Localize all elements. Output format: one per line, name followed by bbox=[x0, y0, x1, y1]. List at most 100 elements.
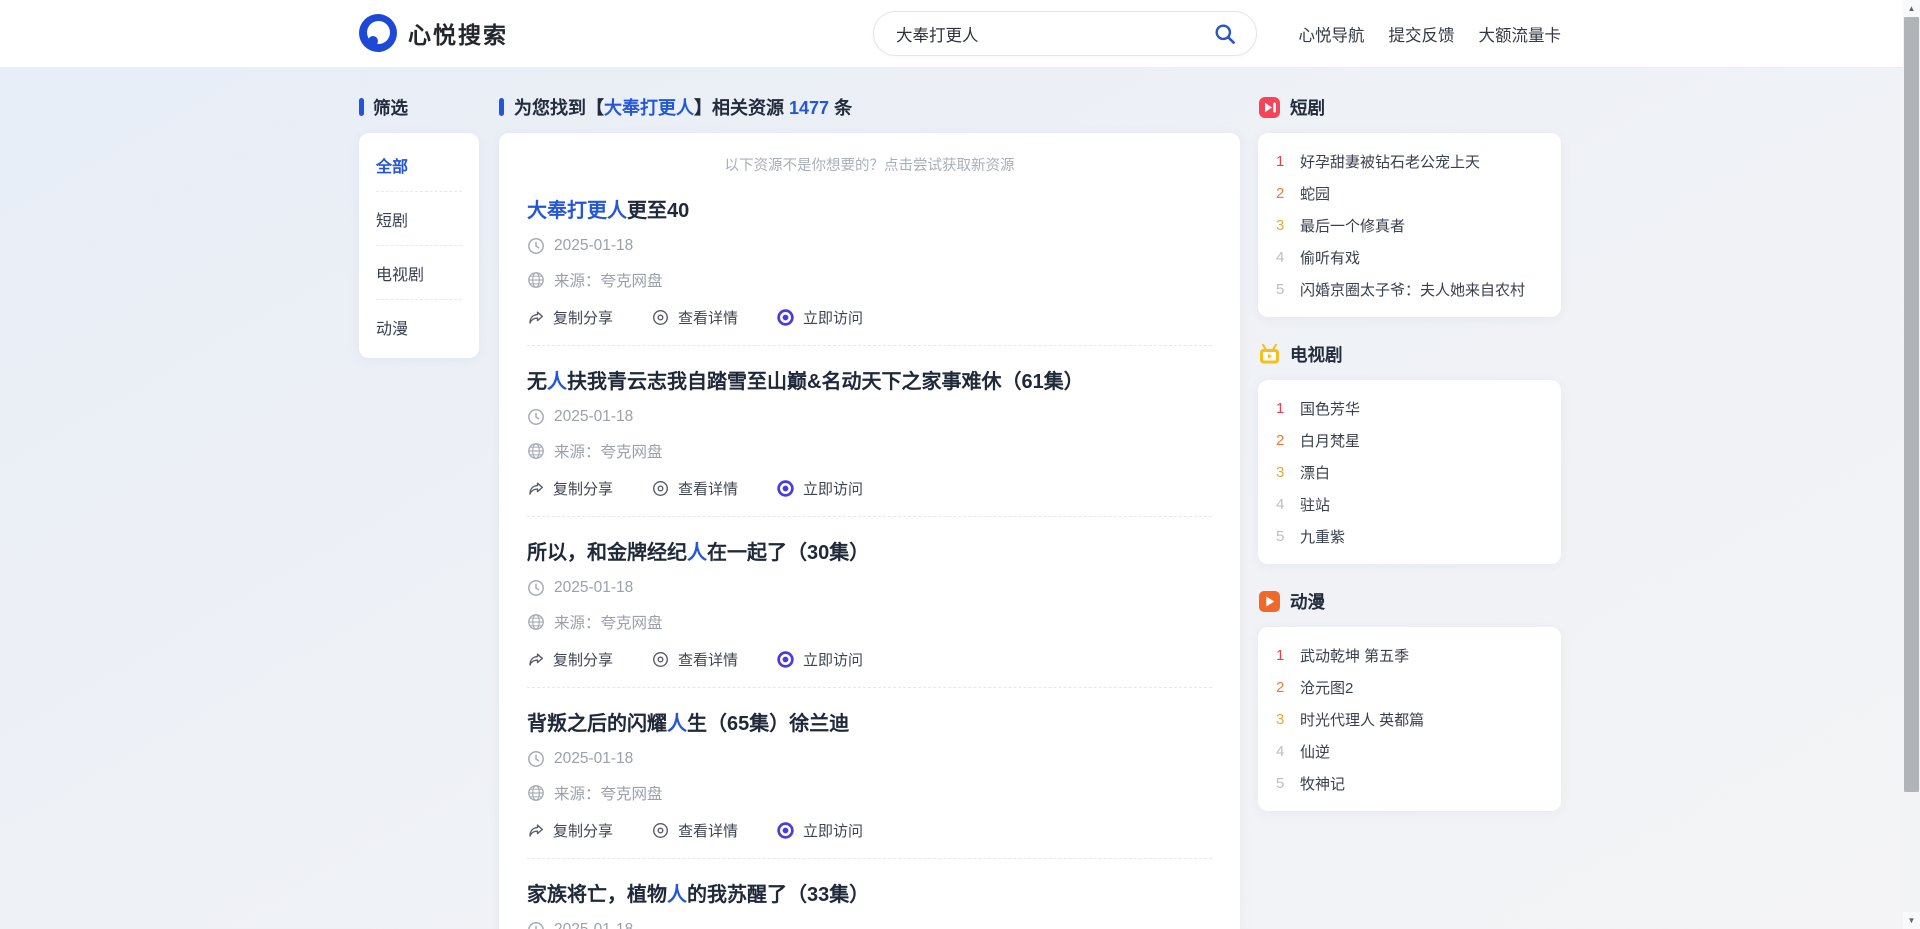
search-button[interactable] bbox=[1210, 19, 1240, 49]
result-title[interactable]: 背叛之后的闪耀人生（65集）徐兰迪 bbox=[527, 707, 1212, 736]
search-input[interactable] bbox=[896, 24, 1210, 43]
rank-number: 4 bbox=[1276, 496, 1289, 513]
ranking-item[interactable]: 4 驻站 bbox=[1276, 488, 1543, 520]
result-date-row: 2025-01-18 bbox=[527, 237, 1212, 255]
rank-label: 偷听有戏 bbox=[1300, 247, 1360, 268]
result-title[interactable]: 所以，和金牌经纪人在一起了（30集） bbox=[527, 536, 1212, 565]
brand-name: 心悦搜索 bbox=[408, 16, 508, 50]
result-source: 来源：夸克网盘 bbox=[554, 440, 663, 462]
result-title[interactable]: 家族将亡，植物人的我苏醒了（33集） bbox=[527, 878, 1212, 907]
result-actions: 复制分享 查看详情 立即访问 bbox=[527, 820, 1212, 841]
result-title[interactable]: 大奉打更人更至40 bbox=[527, 194, 1212, 223]
rank-number: 3 bbox=[1276, 217, 1289, 234]
rank-number: 1 bbox=[1276, 400, 1289, 417]
clock-icon bbox=[527, 579, 545, 597]
page-scrollbar[interactable]: ▲ ▼ bbox=[1903, 0, 1920, 929]
result-source-row: 来源：夸克网盘 bbox=[527, 611, 1212, 633]
result-item: 无人扶我青云志我自踏雪至山巅&名动天下之家事难休（61集） 2025-01-18… bbox=[527, 346, 1212, 517]
rankings-column: 短剧 1 好孕甜妻被钻石老公宠上天 2 蛇园 3 最后一个修真者 4 偷听有戏 … bbox=[1258, 95, 1561, 836]
ranking-item[interactable]: 5 九重紫 bbox=[1276, 520, 1543, 552]
rank-label: 沧元图2 bbox=[1300, 677, 1353, 698]
header-nav: 心悦导航提交反馈大额流量卡 bbox=[1299, 0, 1562, 67]
ranking-item[interactable]: 1 好孕甜妻被钻石老公宠上天 bbox=[1276, 145, 1543, 177]
result-item: 家族将亡，植物人的我苏醒了（33集） 2025-01-18 来源：夸克网盘 bbox=[527, 859, 1212, 929]
globe-icon bbox=[527, 271, 545, 289]
rank-label: 武动乾坤 第五季 bbox=[1300, 645, 1409, 666]
result-date: 2025-01-18 bbox=[554, 750, 633, 768]
result-source: 来源：夸克网盘 bbox=[554, 611, 663, 633]
view-detail-button[interactable]: 查看详情 bbox=[651, 478, 738, 499]
eye-icon bbox=[651, 650, 670, 669]
visit-circle-icon bbox=[776, 479, 795, 498]
results-column: 为您找到【大奉打更人】相关资源 1477 条 以下资源不是你想要的？点击尝试获取… bbox=[499, 95, 1240, 929]
result-date: 2025-01-18 bbox=[554, 408, 633, 426]
result-date-row: 2025-01-18 bbox=[527, 921, 1212, 929]
eye-icon bbox=[651, 308, 670, 327]
ranking-item[interactable]: 3 时光代理人 英都篇 bbox=[1276, 703, 1543, 735]
ranking-item[interactable]: 5 牧神记 bbox=[1276, 767, 1543, 799]
ranking-item[interactable]: 5 闪婚京圈太子爷：夫人她来自农村 bbox=[1276, 273, 1543, 305]
result-source: 来源：夸克网盘 bbox=[554, 782, 663, 804]
filter-item[interactable]: 动漫 bbox=[376, 300, 462, 353]
visit-now-button[interactable]: 立即访问 bbox=[776, 649, 863, 670]
result-date: 2025-01-18 bbox=[554, 921, 633, 929]
ranking-item[interactable]: 2 白月梵星 bbox=[1276, 424, 1543, 456]
refresh-hint-link[interactable]: 以下资源不是你想要的？点击尝试获取新资源 bbox=[527, 154, 1212, 175]
ranking-item[interactable]: 1 国色芳华 bbox=[1276, 392, 1543, 424]
ranking-item[interactable]: 2 蛇园 bbox=[1276, 177, 1543, 209]
ranking-item[interactable]: 4 仙逆 bbox=[1276, 735, 1543, 767]
scroll-down-arrow[interactable]: ▼ bbox=[1903, 912, 1920, 929]
rank-label: 最后一个修真者 bbox=[1300, 215, 1405, 236]
copy-share-button[interactable]: 复制分享 bbox=[527, 307, 613, 328]
result-item: 背叛之后的闪耀人生（65集）徐兰迪 2025-01-18 来源：夸克网盘 bbox=[527, 688, 1212, 859]
anime-icon bbox=[1258, 590, 1281, 613]
ranking-item[interactable]: 1 武动乾坤 第五季 bbox=[1276, 639, 1543, 671]
ranking-section: 动漫 1 武动乾坤 第五季 2 沧元图2 3 时光代理人 英都篇 4 仙逆 5 … bbox=[1258, 589, 1561, 811]
clock-icon bbox=[527, 750, 545, 768]
section-accent-bar bbox=[499, 98, 504, 116]
visit-now-button[interactable]: 立即访问 bbox=[776, 307, 863, 328]
search-icon bbox=[1213, 22, 1237, 46]
rank-label: 漂白 bbox=[1300, 462, 1330, 483]
scroll-up-arrow[interactable]: ▲ bbox=[1903, 0, 1920, 17]
visit-now-button[interactable]: 立即访问 bbox=[776, 478, 863, 499]
view-detail-button[interactable]: 查看详情 bbox=[651, 820, 738, 841]
visit-circle-icon bbox=[776, 650, 795, 669]
ranking-item[interactable]: 2 沧元图2 bbox=[1276, 671, 1543, 703]
visit-now-button[interactable]: 立即访问 bbox=[776, 820, 863, 841]
nav-link[interactable]: 提交反馈 bbox=[1389, 22, 1455, 46]
ranking-title: 电视剧 bbox=[1290, 342, 1343, 367]
scrollbar-thumb[interactable] bbox=[1904, 17, 1919, 792]
nav-link[interactable]: 心悦导航 bbox=[1299, 22, 1365, 46]
clock-icon bbox=[527, 237, 545, 255]
copy-share-button[interactable]: 复制分享 bbox=[527, 649, 613, 670]
rank-number: 1 bbox=[1276, 647, 1289, 664]
ranking-title: 动漫 bbox=[1290, 589, 1325, 614]
rank-number: 3 bbox=[1276, 711, 1289, 728]
rank-label: 白月梵星 bbox=[1300, 430, 1360, 451]
result-actions: 复制分享 查看详情 立即访问 bbox=[527, 307, 1212, 328]
view-detail-button[interactable]: 查看详情 bbox=[651, 649, 738, 670]
ranking-item[interactable]: 4 偷听有戏 bbox=[1276, 241, 1543, 273]
view-detail-button[interactable]: 查看详情 bbox=[651, 307, 738, 328]
result-date-row: 2025-01-18 bbox=[527, 579, 1212, 597]
ranking-item[interactable]: 3 最后一个修真者 bbox=[1276, 209, 1543, 241]
eye-icon bbox=[651, 479, 670, 498]
ranking-card: 1 好孕甜妻被钻石老公宠上天 2 蛇园 3 最后一个修真者 4 偷听有戏 5 闪… bbox=[1258, 133, 1561, 317]
filter-item[interactable]: 短剧 bbox=[376, 192, 462, 246]
nav-link[interactable]: 大额流量卡 bbox=[1479, 22, 1562, 46]
copy-share-button[interactable]: 复制分享 bbox=[527, 478, 613, 499]
result-date: 2025-01-18 bbox=[554, 237, 633, 255]
ranking-item[interactable]: 3 漂白 bbox=[1276, 456, 1543, 488]
filter-item[interactable]: 全部 bbox=[376, 138, 462, 192]
filter-item[interactable]: 电视剧 bbox=[376, 246, 462, 300]
brand-logo[interactable]: 心悦搜索 bbox=[359, 14, 508, 52]
copy-share-button[interactable]: 复制分享 bbox=[527, 820, 613, 841]
results-card: 以下资源不是你想要的？点击尝试获取新资源 大奉打更人更至40 2025-01-1… bbox=[499, 133, 1240, 929]
result-title[interactable]: 无人扶我青云志我自踏雪至山巅&名动天下之家事难休（61集） bbox=[527, 365, 1212, 394]
rank-number: 4 bbox=[1276, 743, 1289, 760]
summary-count: 1477 bbox=[789, 98, 829, 118]
rank-label: 蛇园 bbox=[1300, 183, 1330, 204]
share-arrow-icon bbox=[527, 822, 545, 840]
result-item: 大奉打更人更至40 2025-01-18 来源：夸克网盘 bbox=[527, 175, 1212, 346]
